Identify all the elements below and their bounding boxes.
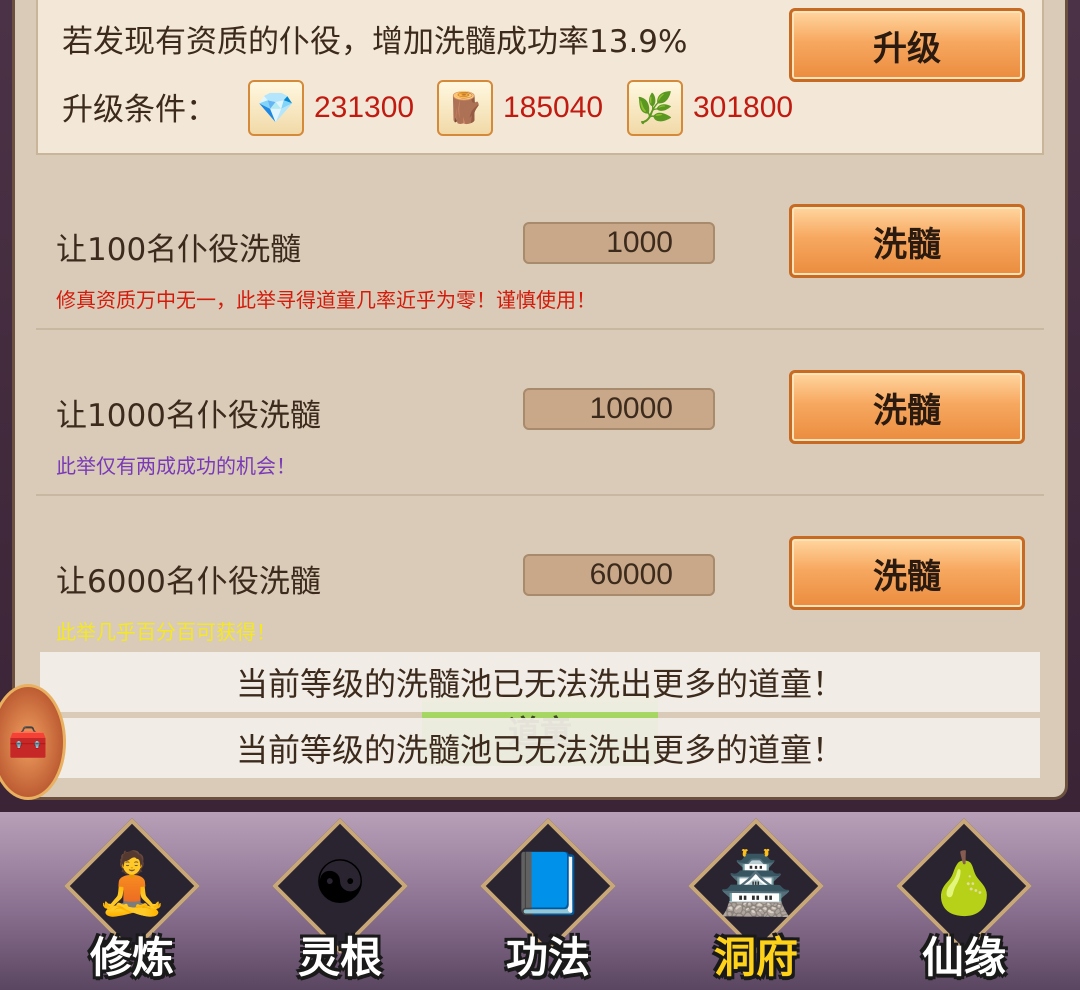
nav-label: 功法 [505,933,590,982]
divider [36,328,1044,330]
nav-label: 修炼 [89,933,174,982]
bottom-nav: 🧘 修炼 ☯ 灵根 📘 功法 🏯 洞府 🍐 仙缘 [0,812,1080,990]
toast-message: 当前等级的洗髓池已无法洗出更多的道童！ [40,652,1040,712]
wood-icon: 🪵 [437,80,493,136]
wash-cost-box: 1000 [523,222,715,264]
wash-option-title: 让100名仆役洗髓 [56,232,302,268]
resource-stone: 💎 231300 [248,80,414,136]
wash-option-title: 让1000名仆役洗髓 [56,398,321,434]
nav-dongfu[interactable]: 🏯 洞府 [676,818,836,990]
wash-option-title: 让6000名仆役洗髓 [56,564,321,600]
nav-label: 仙缘 [921,933,1006,982]
resource-value: 301800 [693,91,794,124]
nav-xianyuan[interactable]: 🍐 仙缘 [884,818,1044,990]
divider [36,494,1044,496]
resource-value: 231300 [314,91,415,124]
herb-icon: 🌿 [627,80,683,136]
gourd-icon: 🍐 [926,849,1002,919]
wash-cost-box: 60000 [523,554,715,596]
resource-value: 185040 [503,91,604,124]
upgrade-description: 若发现有资质的仆役，增加洗髓成功率13.9% [62,24,688,60]
wash-hint: 修真资质万中无一，此举寻得道童几率近乎为零！谨慎使用！ [56,288,596,312]
wash-button-100[interactable]: 洗髓 [789,204,1025,278]
window-frame: 若发现有资质的仆役，增加洗髓成功率13.9% 升级条件： 💎 231300 🪵 … [0,0,1080,812]
nav-label: 灵根 [297,933,382,982]
upgrade-button[interactable]: 升级 [789,8,1025,82]
wash-hint: 此举几乎百分百可获得！ [56,620,276,644]
wash-button-1000[interactable]: 洗髓 [789,370,1025,444]
wash-hint: 此举仅有两成成功的机会！ [56,454,296,478]
palace-icon: 🏯 [718,849,794,919]
yin-yang-sword-icon: ☯ [313,848,367,918]
upgrade-conditions-label: 升级条件： [62,92,217,128]
resource-herb: 🌿 301800 [627,80,793,136]
book-icon: 📘 [510,849,586,919]
nav-label: 洞府 [713,933,798,982]
monk-icon: 🧘 [94,849,170,919]
wash-button-6000[interactable]: 洗髓 [789,536,1025,610]
nav-linggen[interactable]: ☯ 灵根 [260,818,420,990]
toast-message: 当前等级的洗髓池已无法洗出更多的道童！ [40,718,1040,778]
nav-xiulian[interactable]: 🧘 修炼 [52,818,212,990]
wash-cost-box: 10000 [523,388,715,430]
stone-icon: 💎 [248,80,304,136]
resource-wood: 🪵 185040 [437,80,603,136]
nav-gongfa[interactable]: 📘 功法 [468,818,628,990]
